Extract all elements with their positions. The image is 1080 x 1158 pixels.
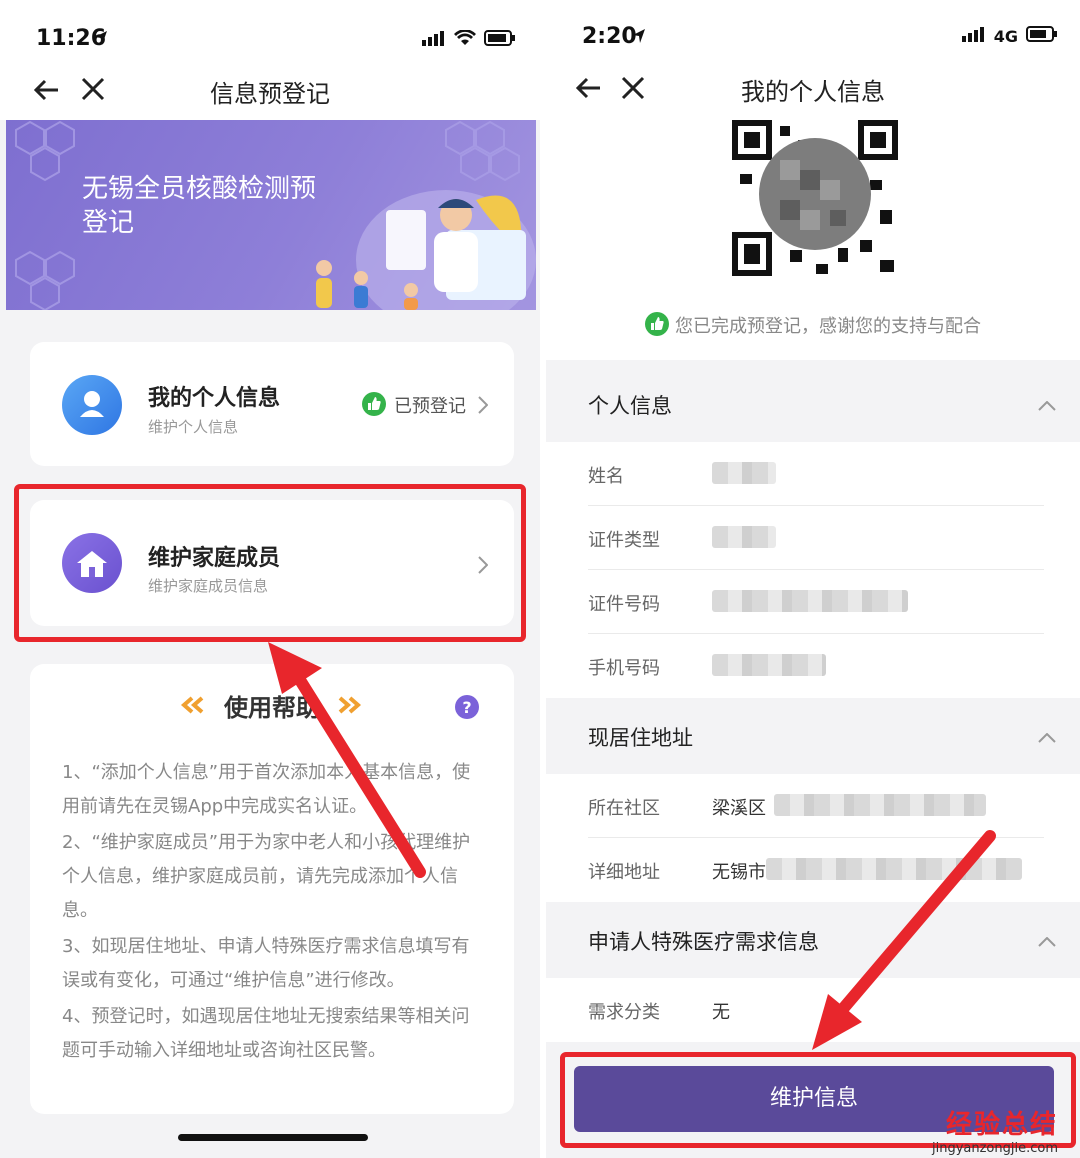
section-title: 个人信息 — [588, 394, 672, 418]
section-personal-header[interactable]: 个人信息 — [546, 366, 1080, 442]
blurred-value — [712, 654, 826, 676]
wifi-icon — [454, 29, 476, 50]
home-indicator — [178, 1134, 368, 1141]
watermark-sub: jingyanzongjie.com — [931, 1141, 1058, 1156]
help-item: 2、“维护家庭成员”用于为家中老人和小孩代理维护个人信息，维护家庭成员前，请先完… — [62, 832, 471, 921]
field-value: 梁溪区 — [712, 798, 766, 819]
help-item: 4、预登记时，如遇现居住地址无搜索结果等相关问题可手动输入详细地址或咨询社区民警… — [62, 1006, 470, 1061]
signal-icon — [422, 30, 446, 50]
chevron-up-icon[interactable] — [1038, 932, 1056, 951]
thumbs-up-icon — [362, 392, 386, 420]
field-row-address: 详细地址 无锡市 — [546, 838, 1080, 902]
user-avatar-icon — [62, 375, 122, 435]
qr-code — [720, 120, 910, 286]
help-item: 1、“添加个人信息”用于首次添加本人基本信息，使用前请先在灵锡App中完成实名认… — [62, 762, 471, 817]
blurred-value — [774, 794, 986, 816]
section-address-header[interactable]: 现居住地址 — [546, 698, 1080, 774]
section-title: 申请人特殊医疗需求信息 — [588, 930, 819, 954]
field-row-id-number: 证件号码 — [546, 570, 1080, 634]
field-value: 无锡市 — [712, 862, 766, 883]
watermark-main: 经验总结 — [945, 1110, 1058, 1140]
location-arrow-icon — [632, 28, 646, 48]
personal-info-title: 我的个人信息 — [148, 386, 281, 411]
field-value: 无 — [712, 1002, 730, 1023]
field-label: 手机号码 — [588, 658, 660, 679]
field-label: 姓名 — [588, 466, 624, 487]
page-title: 我的个人信息 — [741, 78, 885, 106]
thumbs-up-icon — [645, 312, 669, 341]
network-type: 4G — [993, 26, 1018, 46]
field-label: 证件类型 — [588, 530, 660, 551]
personal-info-card[interactable]: 我的个人信息 维护个人信息 已预登记 — [30, 342, 514, 466]
battery-icon — [1026, 26, 1058, 46]
field-row-id-type: 证件类型 — [546, 506, 1080, 570]
field-row-need: 需求分类 无 — [546, 978, 1080, 1042]
section-title: 现居住地址 — [588, 726, 693, 750]
field-label: 详细地址 — [588, 862, 660, 883]
signal-icon — [961, 26, 986, 46]
svg-text:?: ? — [462, 698, 471, 717]
field-row-name: 姓名 — [546, 442, 1080, 506]
personal-info-subtitle: 维护个人信息 — [148, 418, 239, 436]
help-card: 使用帮助 ? 1、“添加个人信息”用于首次添加本人基本信息，使用前请先在灵锡Ap… — [30, 664, 514, 1114]
highlight-box — [14, 484, 526, 642]
battery-icon — [484, 30, 516, 50]
field-row-phone: 手机号码 — [546, 634, 1080, 698]
status-bar: 11:26 — [0, 0, 540, 70]
left-phone-screen: 11:26 信息预登记 无锡全员核酸检测预登记 我的个人信息 维护个人信息 已预… — [0, 0, 540, 1158]
promo-banner: 无锡全员核酸检测预登记 — [6, 120, 536, 310]
blurred-value — [766, 858, 1022, 880]
success-message: 您已完成预登记，感谢您的支持与配合 — [546, 312, 1080, 341]
right-phone-screen: 2:20 4G 我的个人信息 您已完成预登记，感谢您的支持与配合 个人信息 姓名… — [546, 0, 1080, 1158]
help-title: 使用帮助 — [224, 694, 320, 722]
status-bar: 2:20 4G — [546, 0, 1080, 70]
nav-bar: 信息预登记 — [0, 62, 540, 120]
double-chevron-right-icon — [334, 696, 362, 718]
blurred-value — [712, 590, 908, 612]
nav-bar: 我的个人信息 — [546, 62, 1080, 120]
blurred-value — [712, 526, 776, 548]
status-time: 2:20 — [582, 24, 637, 49]
registered-status: 已预登记 — [394, 396, 466, 417]
help-question-icon[interactable]: ? — [454, 694, 480, 724]
chevron-right-icon — [478, 396, 489, 418]
qr-code-area: 您已完成预登记，感谢您的支持与配合 — [546, 120, 1080, 360]
section-medical-header[interactable]: 申请人特殊医疗需求信息 — [546, 902, 1080, 978]
field-label: 所在社区 — [588, 798, 660, 819]
page-title: 信息预登记 — [210, 80, 330, 108]
help-item: 3、如现居住地址、申请人特殊医疗需求信息填写有误或有变化，可通过“维护信息”进行… — [62, 936, 470, 991]
blurred-value — [712, 462, 776, 484]
field-label: 证件号码 — [588, 594, 660, 615]
field-label: 需求分类 — [588, 1002, 660, 1023]
chevron-up-icon[interactable] — [1038, 728, 1056, 747]
help-text: 1、“添加个人信息”用于首次添加本人基本信息，使用前请先在灵锡App中完成实名认… — [62, 756, 482, 1070]
chevron-up-icon[interactable] — [1038, 396, 1056, 415]
banner-title: 无锡全员核酸检测预登记 — [82, 174, 317, 238]
field-row-community: 所在社区 梁溪区 — [546, 774, 1080, 838]
location-arrow-icon — [94, 30, 108, 50]
watermark: 经验总结 jingyanzongjie.com — [932, 1104, 1058, 1156]
success-text: 您已完成预登记，感谢您的支持与配合 — [675, 316, 981, 337]
